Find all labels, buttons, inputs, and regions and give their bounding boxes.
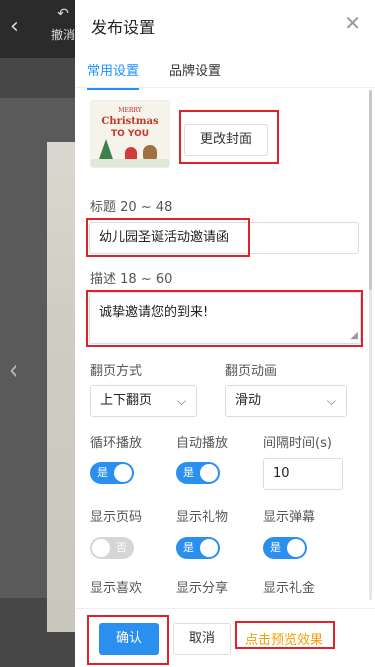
panel-title: 发布设置 [91, 18, 156, 37]
settings-tabs: 常用设置 品牌设置 [75, 52, 375, 90]
interval-input[interactable]: 10 [263, 458, 343, 490]
tab-common-settings[interactable]: 常用设置 [87, 60, 140, 90]
description-textarea[interactable]: 诚挚邀请您的到来! ◢ [89, 292, 361, 344]
page-turn-label: 翻页方式 [90, 364, 143, 379]
description-text: 诚挚邀请您的到来! [99, 305, 209, 320]
cover-thumbnail: MERRY Christmas TO YOU [90, 100, 170, 168]
loop-play-label: 循环播放 [90, 436, 143, 451]
cover-ground [91, 159, 169, 167]
panel-header: 发布设置 ✕ [75, 0, 375, 48]
confirm-button[interactable]: 确认 [99, 623, 159, 655]
cover-text-christmas: Christmas [101, 116, 159, 127]
undo-button[interactable]: ↶ 撤消 [48, 6, 78, 43]
show-gift-label: 显示礼物 [176, 510, 229, 525]
page-animation-label: 翻页动画 [225, 364, 278, 379]
show-danmu-state: 是 [270, 541, 281, 554]
show-page-number-state: 否 [116, 541, 127, 554]
page-animation-select[interactable]: 滑动 ⌵ [225, 385, 347, 417]
page-animation-value: 滑动 [235, 393, 262, 408]
toggle-knob [200, 539, 218, 557]
scrollbar-thumb[interactable] [369, 90, 372, 290]
show-gift-toggle[interactable]: 是 [176, 537, 220, 559]
undo-icon: ↶ [57, 6, 69, 22]
publish-settings-panel: 发布设置 ✕ 常用设置 品牌设置 MERRY Christmas TO YOU … [75, 0, 375, 667]
show-page-number-toggle[interactable]: 否 [90, 537, 134, 559]
page-turn-value: 上下翻页 [100, 393, 153, 408]
toggle-knob [287, 539, 305, 557]
cover-text-to-you: TO YOU [110, 129, 150, 139]
show-danmu-toggle[interactable]: 是 [263, 537, 307, 559]
loop-play-toggle[interactable]: 是 [90, 462, 134, 484]
back-icon[interactable]: ‹ [10, 14, 19, 39]
show-page-number-label: 显示页码 [90, 510, 143, 525]
show-gift-money-label: 显示礼金 [263, 581, 316, 596]
editor-topbar: ‹ ↶ 撤消 [0, 0, 80, 58]
loop-play-state: 是 [97, 466, 108, 479]
autoplay-label: 自动播放 [176, 436, 229, 451]
editor-stage: ‹ [0, 58, 129, 667]
description-label: 描述 18 ~ 60 [90, 272, 173, 287]
cover-text-merry: MERRY [118, 107, 142, 114]
resize-handle-icon[interactable]: ◢ [350, 331, 358, 341]
toggle-knob [200, 464, 218, 482]
previous-page-icon[interactable]: ‹ [9, 353, 18, 386]
panel-footer: 确认 取消 点击预览效果 [75, 608, 375, 667]
preview-effect-link[interactable]: 点击预览效果 [245, 629, 323, 648]
autoplay-state: 是 [183, 466, 194, 479]
show-gift-state: 是 [183, 541, 194, 554]
editor-canvas-area: ‹ [0, 98, 129, 632]
change-cover-button[interactable]: 更改封面 [184, 124, 268, 156]
undo-label: 撤消 [50, 28, 75, 42]
show-danmu-label: 显示弹幕 [263, 510, 316, 525]
panel-scrollbar[interactable] [369, 90, 372, 600]
title-input[interactable]: 幼儿园圣诞活动邀请函 [89, 222, 359, 254]
tab-brand-settings[interactable]: 品牌设置 [169, 60, 221, 79]
autoplay-toggle[interactable]: 是 [176, 462, 220, 484]
toggle-knob [114, 464, 132, 482]
chevron-down-icon: ⌵ [326, 394, 336, 408]
interval-label: 间隔时间(s) [263, 436, 332, 451]
page-turn-select[interactable]: 上下翻页 ⌵ [90, 385, 197, 417]
close-icon[interactable]: ✕ [344, 11, 361, 35]
chevron-down-icon: ⌵ [176, 394, 186, 408]
cancel-button[interactable]: 取消 [173, 623, 231, 655]
show-like-label: 显示喜欢 [90, 581, 143, 596]
show-share-label: 显示分享 [176, 581, 229, 596]
toggle-knob [92, 539, 110, 557]
title-label: 标题 20 ~ 48 [90, 200, 173, 215]
